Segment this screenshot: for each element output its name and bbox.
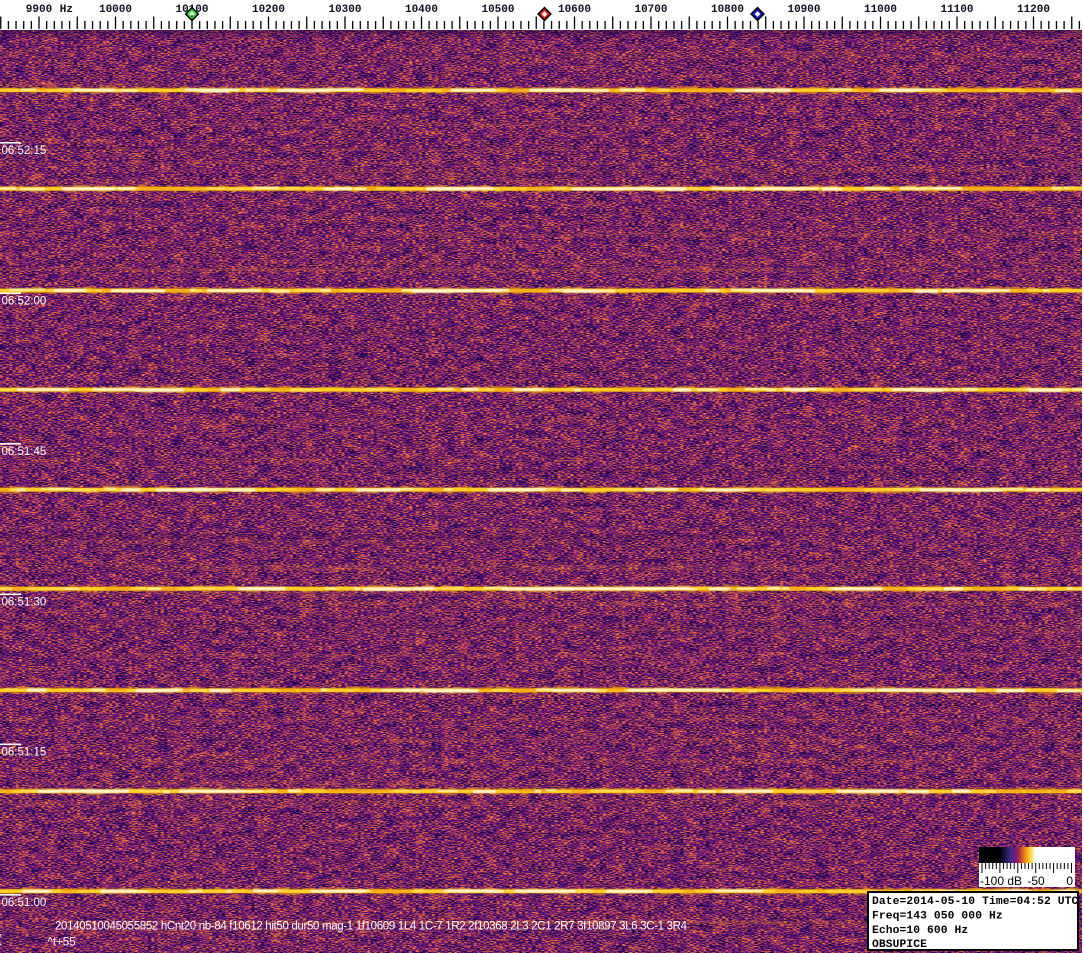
svg-text:10600: 10600 <box>558 4 591 16</box>
svg-text:Date=2014-05-10 Time=04:52 UTC: Date=2014-05-10 Time=04:52 UTC <box>872 896 1078 908</box>
svg-text:10700: 10700 <box>634 4 667 16</box>
svg-text:11000: 11000 <box>864 4 897 16</box>
svg-text:9900: 9900 <box>26 4 52 16</box>
svg-text:10900: 10900 <box>787 4 820 16</box>
svg-text:06:51:00: 06:51:00 <box>2 897 47 909</box>
svg-text:10200: 10200 <box>252 4 285 16</box>
svg-text:06:52:15: 06:52:15 <box>2 145 47 157</box>
svg-text:^t+55: ^t+55 <box>48 937 76 949</box>
svg-text:10300: 10300 <box>328 4 361 16</box>
svg-text:11200: 11200 <box>1017 4 1050 16</box>
svg-text:Echo=10 600 Hz: Echo=10 600 Hz <box>872 925 968 937</box>
svg-text:10800: 10800 <box>711 4 744 16</box>
svg-text:-100 dB: -100 dB <box>980 874 1022 887</box>
svg-text:OBSUPICE: OBSUPICE <box>872 939 927 949</box>
svg-text:20140510045055852 hCnt20 nb-84: 20140510045055852 hCnt20 nb-84 f10612 hi… <box>55 921 688 933</box>
svg-text:(: ( <box>0 934 2 946</box>
svg-text:10500: 10500 <box>481 4 514 16</box>
svg-text:11100: 11100 <box>940 4 973 16</box>
svg-text:10000: 10000 <box>99 4 132 16</box>
svg-text:06:52:00: 06:52:00 <box>2 296 47 308</box>
svg-text:06:51:45: 06:51:45 <box>2 446 47 458</box>
svg-text:Freq=143 050 000 Hz: Freq=143 050 000 Hz <box>872 910 1003 922</box>
svg-text:06:51:15: 06:51:15 <box>2 747 47 759</box>
svg-text:-50: -50 <box>1027 874 1045 887</box>
svg-text:Hz: Hz <box>60 4 73 16</box>
svg-text:06:51:30: 06:51:30 <box>2 597 47 609</box>
svg-text:0: 0 <box>1066 874 1073 887</box>
svg-text:10400: 10400 <box>405 4 438 16</box>
